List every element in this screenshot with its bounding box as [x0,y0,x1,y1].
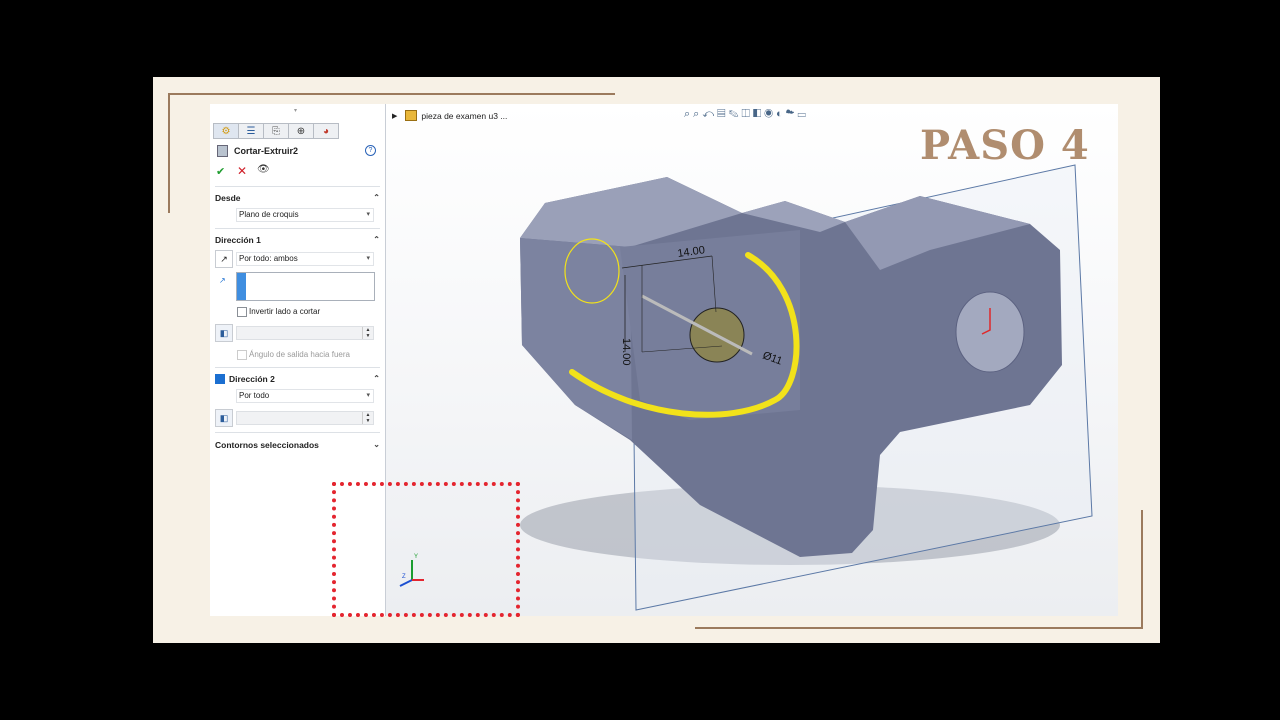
reference-triad: Y Z [399,554,424,587]
spinner-arrows-icon[interactable]: ▲ ▼ [362,412,373,424]
reverse-direction-icon: ↗ [220,254,228,264]
draft2-angle-spinner[interactable]: ▲ ▼ [236,411,374,425]
cut-extrude-icon [217,145,228,157]
section-direccion2-title: Dirección 2 [229,374,275,384]
preview-eye-icon[interactable]: 👁 [257,164,270,175]
feature-title-text: Cortar-Extruir2 [234,146,299,156]
collapse-chevron-icon: ⌃ [373,235,380,244]
dimension-vertical[interactable]: 14.00 [620,338,632,366]
feature-tree-icon: ☰ [246,125,256,137]
direction1-end-condition-value: Por todo: ambos [239,254,298,263]
ok-check-icon[interactable]: ✔ [216,165,225,178]
spinner-arrows-icon[interactable]: ▲ ▼ [362,327,373,339]
desde-dropdown[interactable]: Plano de croquis ▾ [236,208,374,222]
divider [215,186,380,187]
triad-y-label: Y [414,554,418,560]
draft-icon: ◧ [219,328,229,338]
section-desde-title: Desde [215,193,241,203]
divider [215,367,380,368]
flip-side-label: Invertir lado a cortar [249,307,321,316]
triad-z-label: Z [402,574,406,580]
collapse-chevron-icon: ⌃ [373,193,380,202]
draft-toggle-button[interactable]: ◧ [215,324,233,342]
draft-angle-spinner[interactable]: ▲ ▼ [236,326,374,340]
direction1-end-condition-dropdown[interactable]: Por todo: ambos ▾ [236,252,374,266]
section-contornos-title: Contornos seleccionados [215,440,319,450]
property-manager-icon: ⚙ [221,125,231,137]
section-direccion1-title: Dirección 1 [215,235,261,245]
direction2-checkbox[interactable] [215,374,225,384]
desde-dropdown-value: Plano de croquis [239,210,299,219]
dropdown-arrow-icon: ▾ [366,211,370,218]
direction-vector-icon: ↗ [219,276,226,285]
draft-outward-checkbox[interactable] [237,350,247,360]
reverse-direction-button[interactable]: ↗ [215,250,233,268]
dropdown-arrow-icon: ▾ [366,392,370,399]
section-desde-header[interactable]: Desde ⌃ [215,193,380,203]
section-contornos-header[interactable]: Contornos seleccionados ⌄ [215,440,380,450]
draft-icon: ◧ [219,413,229,423]
draft-outward-label: Ángulo de salida hacia fuera [249,350,350,359]
divider [215,228,380,229]
tab-display[interactable]: ◕ [313,123,339,139]
dimxpert-icon: ⊕ [296,125,306,137]
decorative-line-left [168,93,170,213]
dropdown-arrow-icon: ▾ [366,255,370,262]
help-icon[interactable]: ? [365,145,376,156]
manager-tabs: ⚙ ☰ ⎘ ⊕ ◕ [213,123,339,139]
direction2-end-condition-value: Por todo [239,391,270,400]
tab-dimxpert[interactable]: ⊕ [288,123,314,139]
tab-configuration[interactable]: ⎘ [263,123,289,139]
divider [215,432,380,433]
step-heading: PASO 4 [920,122,1090,169]
tab-property-manager[interactable]: ⚙ [213,123,239,139]
through-hole [955,291,1025,373]
triad-z-axis [399,579,413,587]
collapse-chevron-icon: ⌃ [373,374,380,383]
panel-grip-icon[interactable]: ▾ [294,107,297,114]
direction1-selection-field[interactable] [236,272,375,301]
direction2-end-condition-dropdown[interactable]: Por todo ▾ [236,389,374,403]
decorative-line-top [168,93,615,95]
expand-chevron-icon: ⌄ [373,440,380,449]
section-direccion2-header[interactable]: Dirección 2 ⌃ [229,374,380,384]
tab-feature-tree[interactable]: ☰ [238,123,264,139]
section-direccion1-header[interactable]: Dirección 1 ⌃ [215,235,380,245]
flip-side-checkbox[interactable] [237,307,247,317]
cancel-x-icon[interactable]: ✕ [237,164,247,178]
part-front-face [520,238,632,440]
display-manager-icon: ◕ [322,125,330,137]
configuration-icon: ⎘ [272,125,280,137]
decorative-line-bottom [695,627,1143,629]
feature-title: Cortar-Extruir2 [217,145,298,157]
draft2-toggle-button[interactable]: ◧ [215,409,233,427]
decorative-line-right [1141,510,1143,629]
